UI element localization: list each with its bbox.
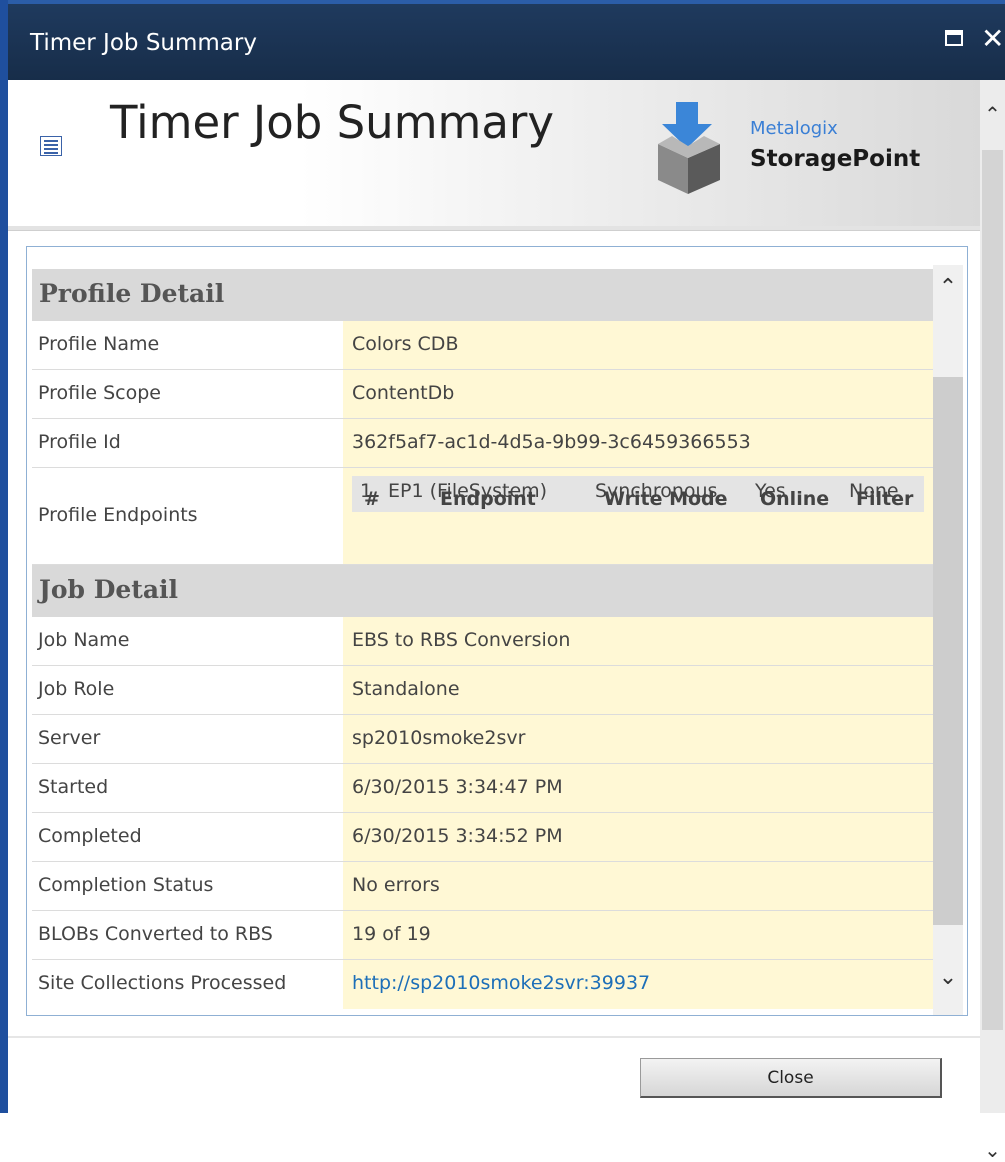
list-icon	[40, 136, 62, 156]
scroll-down-icon[interactable]: ⌄	[933, 965, 963, 990]
storagepoint-logo-icon	[658, 102, 720, 194]
table-row: Site Collections Processed http://sp2010…	[32, 960, 933, 1009]
header-divider	[8, 226, 980, 231]
titlebar: Timer Job Summary ✕	[8, 0, 1005, 80]
row-value: 362f5af7-ac1d-4d5a-9b99-3c6459366553	[352, 431, 751, 453]
row-value: 6/30/2015 3:34:47 PM	[352, 776, 563, 798]
row-label: Site Collections Processed	[38, 972, 287, 994]
close-button[interactable]: Close	[640, 1058, 942, 1098]
endpoint-cell: Yes	[755, 480, 786, 502]
panel-scrollbar-thumb[interactable]	[933, 377, 963, 925]
row-label: BLOBs Converted to RBS	[38, 923, 273, 945]
table-row: Started 6/30/2015 3:34:47 PM	[32, 764, 933, 813]
window-left-border	[0, 0, 8, 1113]
table-row: Profile Id 362f5af7-ac1d-4d5a-9b99-3c645…	[32, 419, 933, 468]
row-value: No errors	[352, 874, 440, 896]
row-label: Profile Name	[38, 333, 160, 355]
window-title: Timer Job Summary	[30, 30, 257, 56]
row-value: EBS to RBS Conversion	[352, 629, 571, 651]
endpoint-cell: 1	[360, 480, 373, 502]
table-row: Profile Name Colors CDB	[32, 321, 933, 370]
row-label: Started	[38, 776, 109, 798]
section-heading: Profile Detail	[39, 279, 225, 308]
table-row: Job Name EBS to RBS Conversion	[32, 617, 933, 666]
page-scrollbar-thumb[interactable]	[982, 150, 1003, 1030]
row-value: 19 of 19	[352, 923, 431, 945]
logo-product: StoragePoint	[750, 146, 921, 172]
close-icon[interactable]: ✕	[981, 22, 1004, 55]
table-row: Completed 6/30/2015 3:34:52 PM	[32, 813, 933, 862]
table-row: Profile Scope ContentDb	[32, 370, 933, 419]
footer-divider	[8, 1036, 980, 1038]
row-value: sp2010smoke2svr	[352, 727, 526, 749]
section-profile-detail: Profile Detail	[32, 269, 933, 321]
row-label: Profile Scope	[38, 382, 161, 404]
row-label: Server	[38, 727, 101, 749]
panel-scrollbar[interactable]: ⌃ ⌄	[933, 265, 963, 1015]
table-row: Job Role Standalone	[32, 666, 933, 715]
page-title: Timer Job Summary	[110, 96, 555, 149]
endpoints-table: # Endpoint Write Mode Online Filter 1 EP…	[343, 468, 933, 564]
endpoints-row: Profile Endpoints # Endpoint Write Mode …	[32, 468, 933, 565]
endpoint-cell: None	[849, 480, 899, 502]
logo-brand: Metalogix	[750, 118, 838, 139]
table-row: Server sp2010smoke2svr	[32, 715, 933, 764]
endpoint-cell: Synchronous	[595, 480, 718, 502]
row-label: Profile Id	[38, 431, 121, 453]
scroll-up-icon[interactable]: ⌃	[980, 102, 1005, 126]
dialog-window: Timer Job Summary ✕ Timer Job Summary Me…	[0, 0, 1005, 1162]
endpoint-cell: EP1 (FileSystem)	[388, 480, 548, 502]
table-row: BLOBs Converted to RBS 19 of 19	[32, 911, 933, 960]
section-job-detail: Job Detail	[32, 565, 933, 617]
row-value: Standalone	[352, 678, 460, 700]
row-value: 6/30/2015 3:34:52 PM	[352, 825, 563, 847]
row-value: Colors CDB	[352, 333, 459, 355]
section-heading: Job Detail	[39, 575, 179, 604]
site-collection-link[interactable]: http://sp2010smoke2svr:39937	[352, 972, 650, 994]
row-label: Job Name	[38, 629, 130, 651]
maximize-icon[interactable]	[945, 30, 963, 46]
page-scrollbar[interactable]: ⌃ ⌄	[980, 80, 1005, 1162]
scroll-up-icon[interactable]: ⌃	[933, 275, 963, 300]
table-row: Completion Status No errors	[32, 862, 933, 911]
row-label: Completed	[38, 825, 142, 847]
row-label: Job Role	[38, 678, 115, 700]
scroll-down-icon[interactable]: ⌄	[980, 1138, 1005, 1162]
row-label: Profile Endpoints	[38, 504, 198, 526]
summary-panel: Profile Detail Profile Name Colors CDB P…	[26, 246, 968, 1016]
row-label: Completion Status	[38, 874, 214, 896]
row-value: ContentDb	[352, 382, 455, 404]
